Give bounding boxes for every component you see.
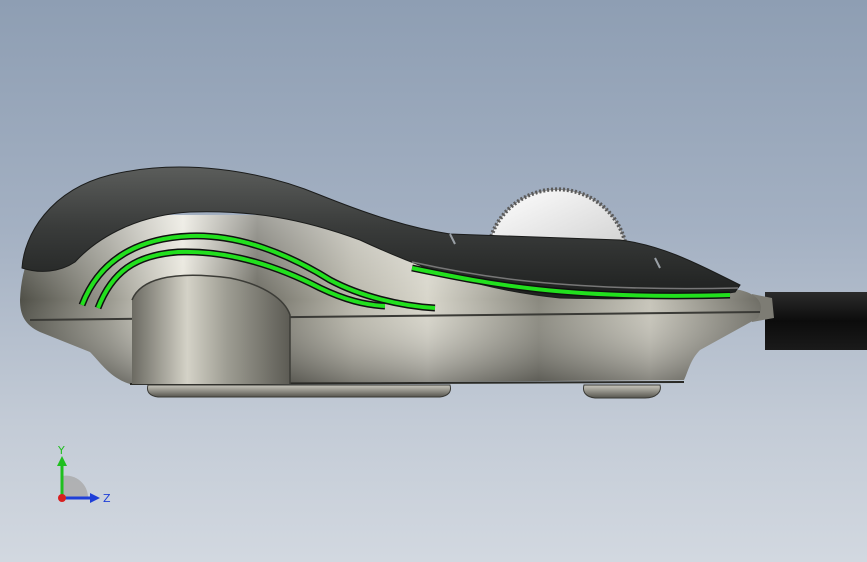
x-axis-dot [58, 494, 66, 502]
cable [752, 292, 867, 350]
z-axis-label: Z [103, 492, 111, 505]
mouse-feet [147, 384, 661, 399]
axis-triad: Y Z [57, 444, 111, 505]
y-axis-arrow [57, 456, 67, 466]
side-grip [131, 274, 291, 384]
cad-viewport[interactable]: Y Z [0, 0, 867, 562]
y-axis-label: Y [57, 444, 65, 457]
z-axis-arrow [90, 493, 100, 503]
mouse-3d-model[interactable] [0, 0, 867, 562]
